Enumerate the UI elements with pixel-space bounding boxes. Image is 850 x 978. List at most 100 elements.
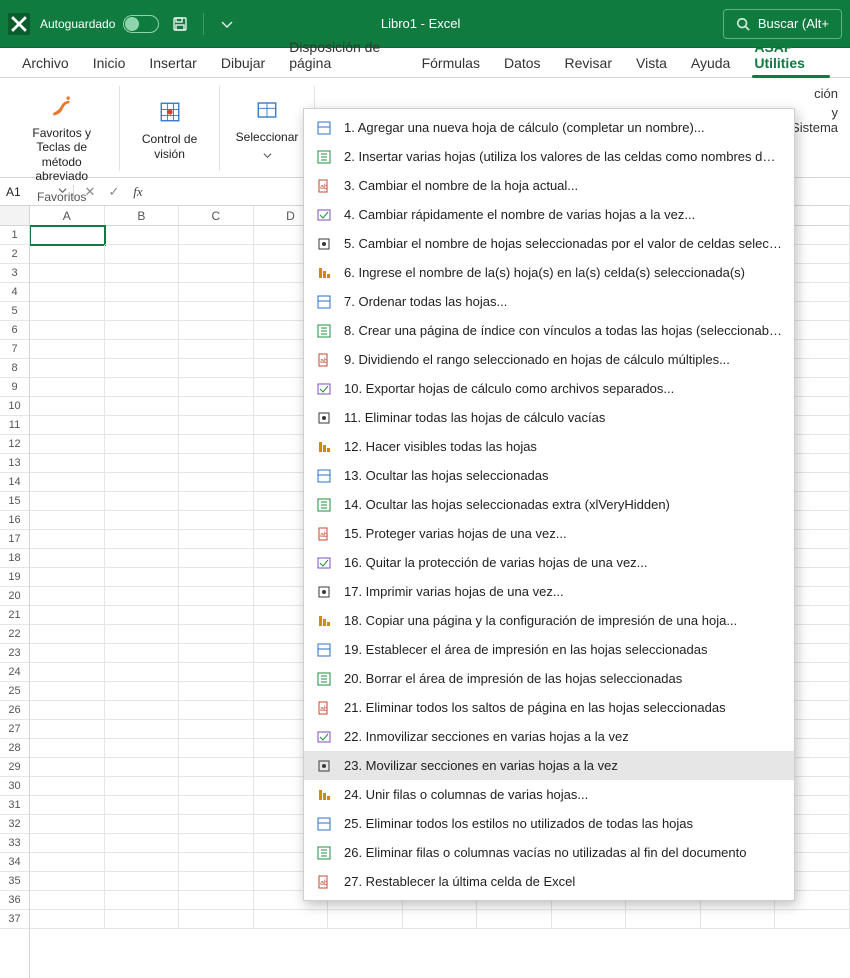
cell[interactable] <box>179 777 254 796</box>
cell[interactable] <box>105 378 180 397</box>
cell[interactable] <box>30 378 105 397</box>
cell[interactable] <box>105 454 180 473</box>
tab-archivo[interactable]: Archivo <box>10 49 81 77</box>
cell[interactable] <box>179 625 254 644</box>
cell[interactable] <box>30 397 105 416</box>
cell[interactable] <box>179 511 254 530</box>
cell[interactable] <box>179 644 254 663</box>
cell[interactable] <box>105 321 180 340</box>
row-header[interactable]: 35 <box>0 872 29 891</box>
cell[interactable] <box>179 473 254 492</box>
menu-item[interactable]: 8. Crear una página de índice con víncul… <box>304 316 794 345</box>
cell[interactable] <box>30 815 105 834</box>
toggle-off-icon[interactable] <box>123 15 159 33</box>
cell[interactable] <box>179 302 254 321</box>
cell[interactable] <box>105 644 180 663</box>
cell[interactable] <box>626 910 701 929</box>
row-header[interactable]: 14 <box>0 473 29 492</box>
row-header[interactable]: 16 <box>0 511 29 530</box>
cell[interactable] <box>179 321 254 340</box>
tab-fórmulas[interactable]: Fórmulas <box>410 49 492 77</box>
save-button[interactable] <box>169 13 191 35</box>
cell[interactable] <box>105 815 180 834</box>
cell[interactable] <box>105 663 180 682</box>
cell[interactable] <box>179 416 254 435</box>
cell[interactable] <box>179 587 254 606</box>
cell[interactable] <box>30 891 105 910</box>
row-header[interactable]: 30 <box>0 777 29 796</box>
menu-item[interactable]: 17. Imprimir varias hojas de una vez... <box>304 577 794 606</box>
row-header[interactable]: 2 <box>0 245 29 264</box>
cell[interactable] <box>179 359 254 378</box>
cell[interactable] <box>105 701 180 720</box>
row-header[interactable]: 37 <box>0 910 29 929</box>
menu-item[interactable]: 16. Quitar la protección de varias hojas… <box>304 548 794 577</box>
cell[interactable] <box>179 245 254 264</box>
cell[interactable] <box>179 492 254 511</box>
cell[interactable] <box>105 492 180 511</box>
cell[interactable] <box>179 530 254 549</box>
menu-item[interactable]: 18. Copiar una página y la configuración… <box>304 606 794 635</box>
cell[interactable] <box>105 682 180 701</box>
cell[interactable] <box>552 910 627 929</box>
cell[interactable] <box>105 777 180 796</box>
cell[interactable] <box>179 283 254 302</box>
cell[interactable] <box>179 720 254 739</box>
control-vision-button[interactable]: Control de visión <box>132 92 206 165</box>
row-header[interactable]: 11 <box>0 416 29 435</box>
menu-item[interactable]: 4. Cambiar rápidamente el nombre de vari… <box>304 200 794 229</box>
cell[interactable] <box>701 910 776 929</box>
row-header[interactable]: 13 <box>0 454 29 473</box>
cell[interactable] <box>30 302 105 321</box>
cell[interactable] <box>105 796 180 815</box>
cell[interactable] <box>105 834 180 853</box>
cell[interactable] <box>179 435 254 454</box>
row-header[interactable]: 17 <box>0 530 29 549</box>
row-header[interactable]: 23 <box>0 644 29 663</box>
menu-item[interactable]: ab3. Cambiar el nombre de la hoja actual… <box>304 171 794 200</box>
menu-item[interactable]: 10. Exportar hojas de cálculo como archi… <box>304 374 794 403</box>
cell[interactable] <box>30 625 105 644</box>
cell[interactable] <box>179 815 254 834</box>
cell[interactable] <box>105 302 180 321</box>
menu-item[interactable]: 14. Ocultar las hojas seleccionadas extr… <box>304 490 794 519</box>
cell[interactable] <box>179 264 254 283</box>
cell[interactable] <box>775 910 850 929</box>
cell[interactable] <box>30 321 105 340</box>
row-header[interactable]: 20 <box>0 587 29 606</box>
cell[interactable] <box>105 910 180 929</box>
favorites-button[interactable]: Favoritos y Teclas de método abreviado <box>16 86 107 188</box>
cell[interactable] <box>30 796 105 815</box>
column-header[interactable]: C <box>179 206 254 225</box>
menu-item[interactable]: 5. Cambiar el nombre de hojas selecciona… <box>304 229 794 258</box>
cell[interactable] <box>30 853 105 872</box>
cell[interactable] <box>30 340 105 359</box>
menu-item[interactable]: 6. Ingrese el nombre de la(s) hoja(s) en… <box>304 258 794 287</box>
row-header[interactable]: 4 <box>0 283 29 302</box>
row-header[interactable]: 12 <box>0 435 29 454</box>
row-header[interactable]: 26 <box>0 701 29 720</box>
cell[interactable] <box>179 663 254 682</box>
cell[interactable] <box>30 758 105 777</box>
row-header[interactable]: 25 <box>0 682 29 701</box>
cell[interactable] <box>105 739 180 758</box>
seleccionar-button[interactable]: Seleccionar <box>232 90 303 167</box>
cell[interactable] <box>179 739 254 758</box>
cell[interactable] <box>30 663 105 682</box>
cell[interactable] <box>105 283 180 302</box>
cell[interactable] <box>328 910 403 929</box>
cell[interactable] <box>105 891 180 910</box>
menu-item[interactable]: 13. Ocultar las hojas seleccionadas <box>304 461 794 490</box>
cell[interactable] <box>30 264 105 283</box>
menu-item[interactable]: 2. Insertar varias hojas (utiliza los va… <box>304 142 794 171</box>
cell[interactable] <box>179 568 254 587</box>
cell[interactable] <box>30 359 105 378</box>
select-all-corner[interactable] <box>0 206 29 226</box>
tab-asap-utilities[interactable]: ASAP Utilities <box>742 33 840 77</box>
row-header[interactable]: 7 <box>0 340 29 359</box>
cell[interactable] <box>105 530 180 549</box>
cell[interactable] <box>403 910 478 929</box>
cell[interactable] <box>179 796 254 815</box>
cell[interactable] <box>105 473 180 492</box>
menu-item[interactable]: 11. Eliminar todas las hojas de cálculo … <box>304 403 794 432</box>
